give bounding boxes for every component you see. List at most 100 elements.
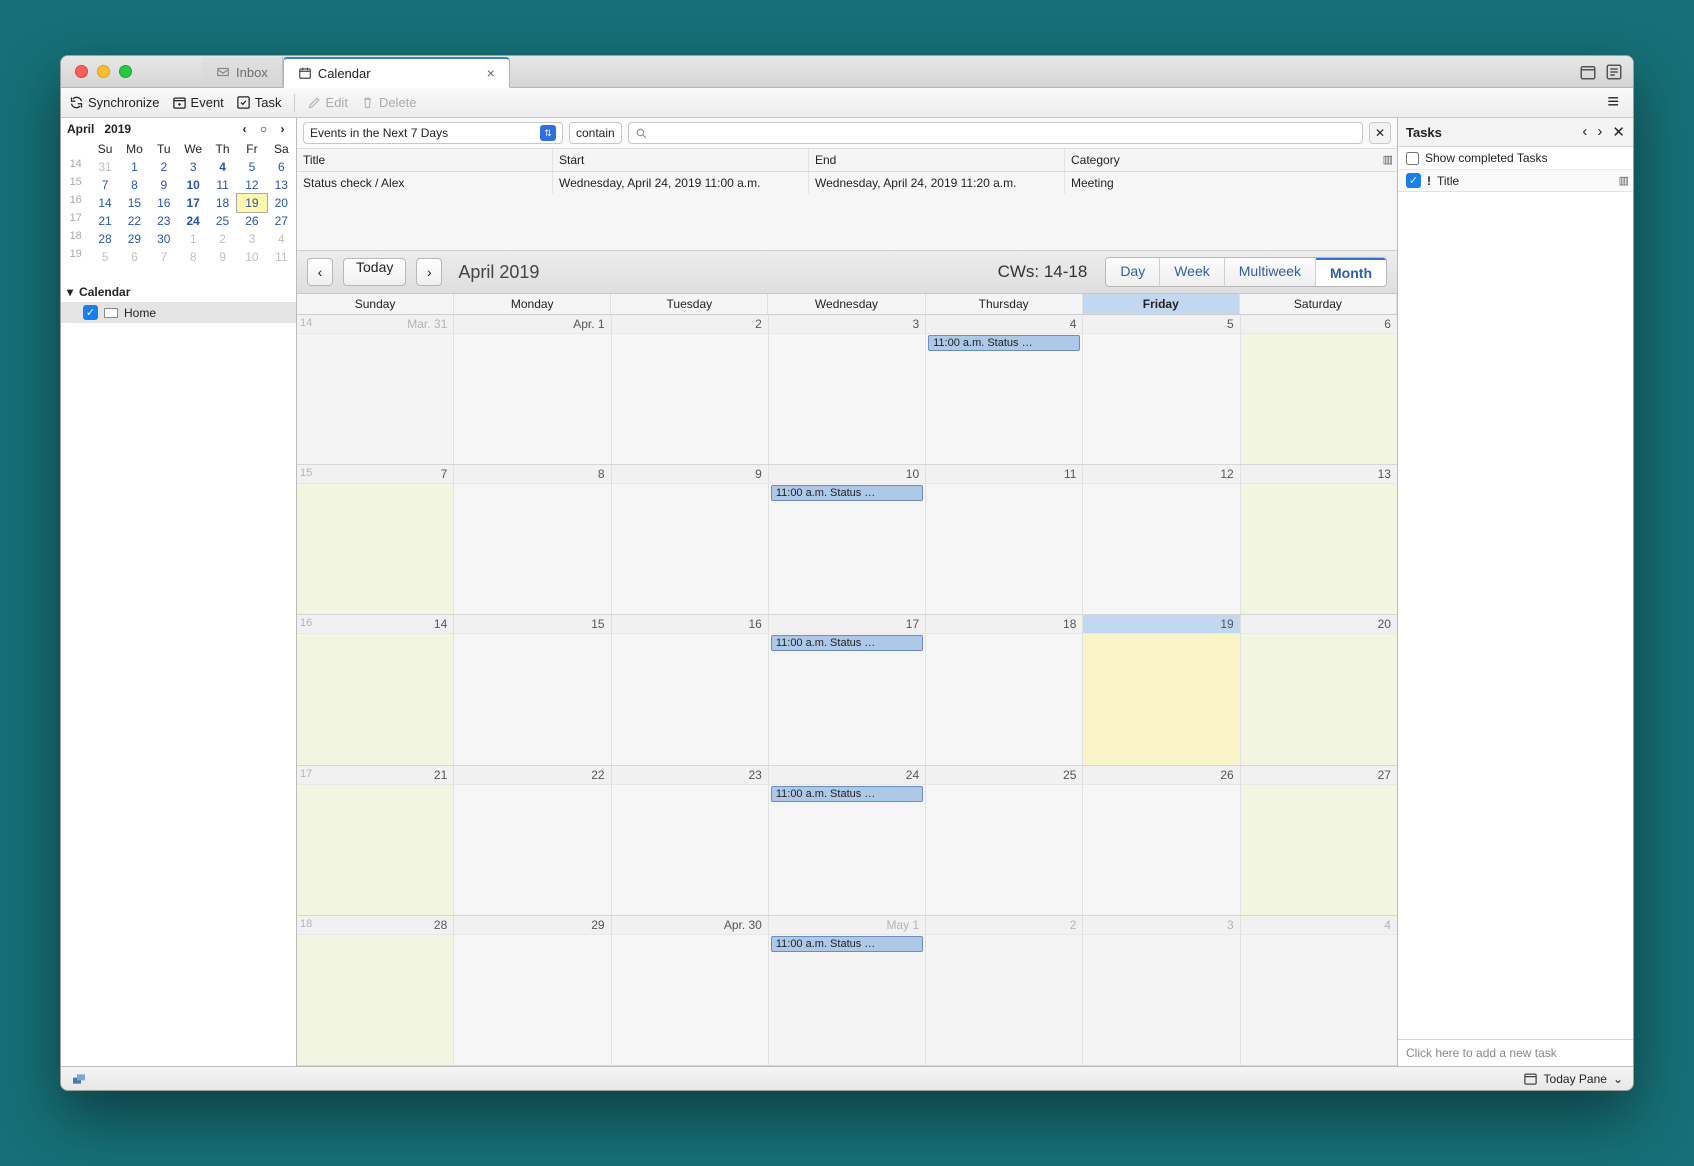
mini-prev-icon[interactable]: ‹ — [237, 122, 252, 136]
day-cell[interactable]: 411:00 a.m. Status … — [926, 315, 1083, 464]
day-cell[interactable]: 15 — [454, 615, 611, 764]
show-completed-row[interactable]: Show completed Tasks — [1398, 147, 1633, 170]
mini-day[interactable]: 1 — [120, 158, 149, 176]
mini-day[interactable]: 5 — [237, 158, 266, 176]
day-cell[interactable]: Apr. 30 — [612, 916, 769, 1065]
mini-day[interactable]: 1 — [179, 230, 208, 248]
day-cell[interactable]: 25 — [926, 766, 1083, 915]
mini-day[interactable]: 12 — [237, 176, 266, 194]
mini-day[interactable]: 21 — [90, 212, 119, 230]
mini-day[interactable]: 4 — [267, 230, 296, 248]
edit-button[interactable]: Edit — [307, 95, 348, 110]
tab-inbox[interactable]: Inbox — [202, 57, 283, 87]
mini-day[interactable]: 15 — [120, 194, 149, 212]
mini-day[interactable]: 9 — [208, 248, 237, 266]
app-menu-button[interactable]: ≡ — [1607, 91, 1625, 114]
mini-day[interactable]: 18 — [208, 194, 237, 212]
mini-day[interactable]: 11 — [267, 248, 296, 266]
col-title[interactable]: Title — [297, 149, 553, 171]
task-col-title[interactable]: Title — [1437, 174, 1459, 188]
day-cell[interactable]: 2 — [612, 315, 769, 464]
event-chip[interactable]: 11:00 a.m. Status … — [771, 635, 923, 651]
next-period-button[interactable]: › — [416, 258, 442, 286]
day-cell[interactable]: 6 — [1241, 315, 1397, 464]
synchronize-button[interactable]: Synchronize — [69, 95, 160, 110]
event-chip[interactable]: 11:00 a.m. Status … — [771, 485, 923, 501]
day-cell[interactable]: 18 — [926, 615, 1083, 764]
calendar-item-checkbox[interactable]: ✓ — [83, 305, 98, 320]
event-chip[interactable]: 11:00 a.m. Status … — [771, 786, 923, 802]
column-picker-icon[interactable]: ▥ — [1383, 153, 1393, 166]
task-col-done-icon[interactable]: ✓ — [1406, 173, 1421, 188]
mini-day[interactable]: 2 — [149, 158, 178, 176]
day-cell[interactable]: 2 — [926, 916, 1083, 1065]
mini-day[interactable]: 14 — [90, 194, 119, 212]
mini-day[interactable]: 4 — [208, 158, 237, 176]
status-left-icon[interactable] — [71, 1071, 87, 1087]
day-cell[interactable]: 1828 — [297, 916, 454, 1065]
event-row[interactable]: Status check / Alex Wednesday, April 24,… — [297, 172, 1397, 194]
new-task-button[interactable]: Task — [236, 95, 282, 110]
mode-select[interactable]: contain — [569, 122, 622, 144]
mini-day[interactable]: 30 — [149, 230, 178, 248]
day-cell[interactable]: 12 — [1083, 465, 1240, 614]
day-cell[interactable]: 23 — [612, 766, 769, 915]
mini-day[interactable]: 6 — [120, 248, 149, 266]
mini-day[interactable]: 3 — [179, 158, 208, 176]
col-category[interactable]: Category — [1065, 149, 1397, 171]
mini-day[interactable]: 13 — [267, 176, 296, 194]
mini-day[interactable]: 27 — [267, 212, 296, 230]
day-cell[interactable]: 20 — [1241, 615, 1397, 764]
prev-period-button[interactable]: ‹ — [307, 258, 333, 286]
mini-day[interactable]: 7 — [90, 176, 119, 194]
day-cell[interactable]: 5 — [1083, 315, 1240, 464]
day-cell[interactable]: 1721 — [297, 766, 454, 915]
tasks-toggle-icon[interactable] — [1605, 63, 1623, 81]
minimize-window-button[interactable] — [97, 65, 110, 78]
view-multiweek[interactable]: Multiweek — [1225, 258, 1316, 286]
mini-day[interactable]: 22 — [120, 212, 149, 230]
view-month[interactable]: Month — [1316, 257, 1386, 286]
mini-day[interactable]: 23 — [149, 212, 178, 230]
day-cell[interactable]: 11 — [926, 465, 1083, 614]
clear-filter-button[interactable]: ✕ — [1369, 122, 1391, 144]
day-cell[interactable]: Apr. 1 — [454, 315, 611, 464]
today-pane-label[interactable]: Today Pane — [1544, 1072, 1607, 1086]
mini-day[interactable]: 16 — [149, 194, 178, 212]
day-cell[interactable]: 13 — [1241, 465, 1397, 614]
mini-next-icon[interactable]: › — [275, 122, 290, 136]
search-input[interactable] — [628, 122, 1363, 144]
mini-day[interactable]: 10 — [237, 248, 266, 266]
today-button[interactable]: Today — [343, 258, 406, 286]
tasks-prev-icon[interactable]: ‹ — [1582, 123, 1587, 141]
day-cell[interactable]: 157 — [297, 465, 454, 614]
mini-day[interactable]: 20 — [267, 194, 296, 212]
mini-day[interactable]: 9 — [149, 176, 178, 194]
mini-day[interactable]: 7 — [149, 248, 178, 266]
mini-day[interactable]: 25 — [208, 212, 237, 230]
day-cell[interactable]: 1614 — [297, 615, 454, 764]
task-column-picker-icon[interactable]: ▥ — [1619, 174, 1629, 187]
mini-day[interactable]: 11 — [208, 176, 237, 194]
mini-calendar-grid[interactable]: SuMoTuWeThFrSa14311234561578910111213161… — [61, 140, 296, 266]
day-cell[interactable]: 8 — [454, 465, 611, 614]
mini-day[interactable]: 29 — [120, 230, 149, 248]
day-cell[interactable]: 1711:00 a.m. Status … — [769, 615, 926, 764]
mini-today-icon[interactable]: ○ — [256, 122, 271, 136]
zoom-window-button[interactable] — [119, 65, 132, 78]
tab-calendar[interactable]: Calendar × — [283, 57, 510, 88]
mini-day[interactable]: 19 — [237, 194, 266, 212]
day-cell[interactable]: 29 — [454, 916, 611, 1065]
day-cell[interactable]: 14Mar. 31 — [297, 315, 454, 464]
day-cell[interactable]: May 111:00 a.m. Status … — [769, 916, 926, 1065]
mini-day[interactable]: 8 — [179, 248, 208, 266]
tab-close-icon[interactable]: × — [487, 65, 495, 81]
day-cell[interactable]: 3 — [769, 315, 926, 464]
event-chip[interactable]: 11:00 a.m. Status … — [771, 936, 923, 952]
month-grid[interactable]: 14Mar. 31Apr. 123411:00 a.m. Status …561… — [297, 315, 1397, 1066]
event-chip[interactable]: 11:00 a.m. Status … — [928, 335, 1080, 351]
scope-select[interactable]: Events in the Next 7 Days ⇅ — [303, 122, 563, 144]
close-window-button[interactable] — [75, 65, 88, 78]
calendar-toggle-icon[interactable] — [1579, 63, 1597, 81]
day-cell[interactable]: 1011:00 a.m. Status … — [769, 465, 926, 614]
